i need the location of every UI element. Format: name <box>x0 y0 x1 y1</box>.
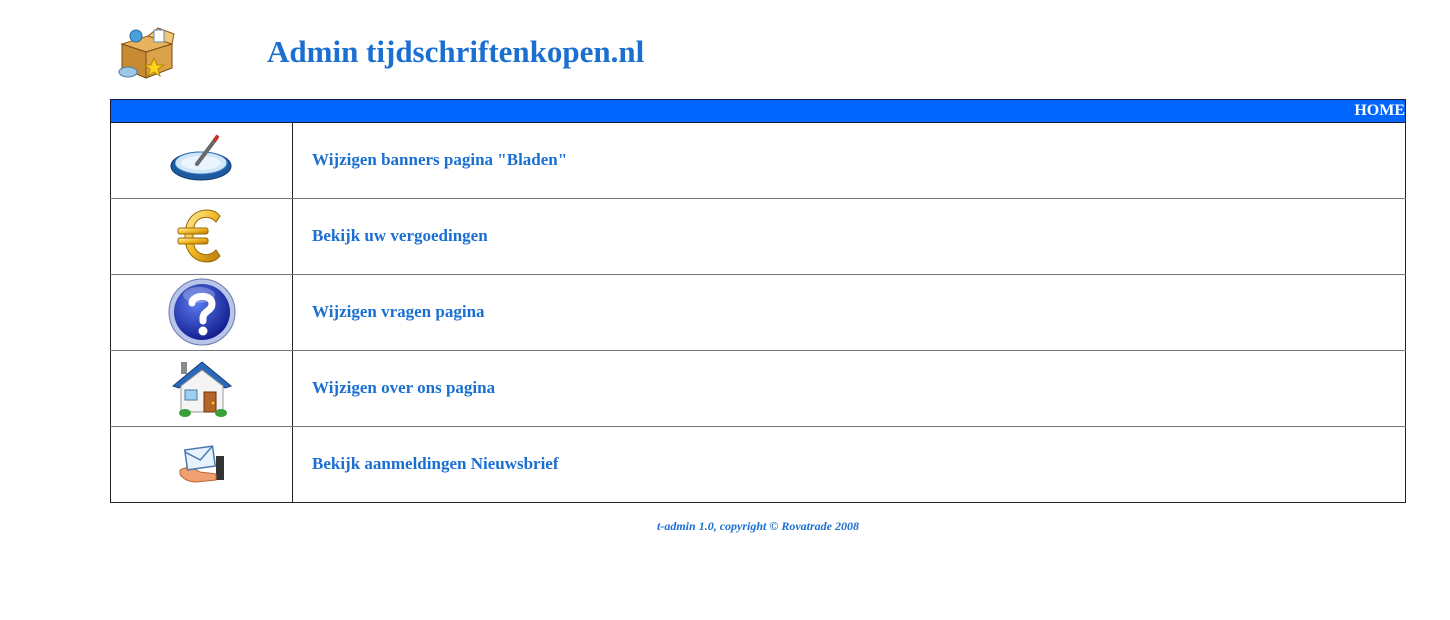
menu-link-cell: Bekijk uw vergoedingen <box>292 198 1406 275</box>
page-title: Admin tijdschriftenkopen.nl <box>267 34 645 69</box>
menu-link-cell: Wijzigen over ons pagina <box>292 350 1406 427</box>
menu-row: Bekijk aanmeldingen Nieuwsbrief <box>110 426 1406 503</box>
menu-link-vragen[interactable]: Wijzigen vragen pagina <box>312 302 485 321</box>
menu-row: Wijzigen vragen pagina <box>110 274 1406 351</box>
box-star-icon <box>114 22 178 82</box>
menu-link-cell: Wijzigen vragen pagina <box>292 274 1406 351</box>
menu-row: Wijzigen over ons pagina <box>110 350 1406 427</box>
menu-icon-cell <box>110 122 293 199</box>
home-link[interactable]: HOME <box>1354 102 1405 120</box>
top-nav-bar: HOME <box>110 99 1406 123</box>
menu-link-over-ons[interactable]: Wijzigen over ons pagina <box>312 378 495 397</box>
envelope-hand-icon[interactable] <box>176 442 228 486</box>
house-icon[interactable] <box>171 358 233 418</box>
menu-link-vergoedingen[interactable]: Bekijk uw vergoedingen <box>312 226 488 245</box>
header: Admin tijdschriftenkopen.nl <box>110 20 1406 90</box>
menu-link-cell: Bekijk aanmeldingen Nieuwsbrief <box>292 426 1406 503</box>
page: Admin tijdschriftenkopen.nl HOME Wijzige… <box>0 0 1450 620</box>
question-icon[interactable] <box>167 277 237 347</box>
menu-icon-cell <box>110 198 293 275</box>
menu-icon-cell <box>110 274 293 351</box>
menu-row: Bekijk uw vergoedingen <box>110 198 1406 275</box>
admin-menu: Wijzigen banners pagina "Bladen" Bekijk … <box>110 122 1406 503</box>
menu-icon-cell <box>110 350 293 427</box>
euro-icon[interactable] <box>174 204 230 268</box>
menu-link-banners[interactable]: Wijzigen banners pagina "Bladen" <box>312 150 567 169</box>
tablet-pen-icon[interactable] <box>169 134 235 186</box>
menu-link-nieuwsbrief[interactable]: Bekijk aanmeldingen Nieuwsbrief <box>312 454 559 473</box>
copyright-footer: t-admin 1.0, copyright © Rovatrade 2008 <box>657 519 859 533</box>
menu-link-cell: Wijzigen banners pagina "Bladen" <box>292 122 1406 199</box>
menu-row: Wijzigen banners pagina "Bladen" <box>110 122 1406 199</box>
menu-icon-cell <box>110 426 293 503</box>
